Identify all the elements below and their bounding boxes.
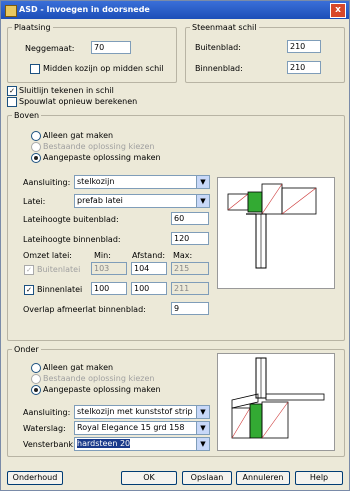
annuleren-button[interactable]: Annuleren <box>236 471 290 485</box>
buitenlatei-min[interactable]: 103 <box>91 262 127 275</box>
onderhoud-button[interactable]: Onderhoud <box>7 471 63 485</box>
onder-radio-gat-label: Alleen gat maken <box>43 363 114 372</box>
latei-value: prefab latei <box>77 196 123 205</box>
onder-radio-bestaande-label: Bestaande oplossing kiezen <box>43 374 155 383</box>
chevron-down-icon: ▼ <box>196 422 209 434</box>
binnenlatei-label: Binnenlatei <box>37 285 83 294</box>
onder-radio-aangepast[interactable] <box>31 385 41 395</box>
onder-section-drawing <box>231 357 325 439</box>
min-header: Min: <box>94 251 111 260</box>
chevron-down-icon: ▼ <box>196 406 209 418</box>
neggemaat-input[interactable]: 70 <box>91 41 131 54</box>
onder-hatch-2 <box>261 401 289 439</box>
binnenlatei-afstand[interactable]: 100 <box>131 282 167 295</box>
boven-insulation <box>247 191 263 213</box>
spouwlat-checkbox[interactable] <box>7 97 17 107</box>
spouwlat-label: Spouwlat opnieuw berekenen <box>19 97 138 106</box>
onder-radio-aangepast-label: Aangepaste oplossing maken <box>43 385 161 394</box>
omzet-latei-header: Omzet latei: <box>23 251 72 260</box>
buitenlatei-checkbox[interactable]: ✓ <box>24 265 34 275</box>
boven-radio-aangepast-label: Aangepaste oplossing maken <box>43 153 161 162</box>
boven-radio-gat-label: Alleen gat maken <box>43 131 114 140</box>
onder-aansluiting-value: stelkozijn met kunststof strip <box>77 407 193 416</box>
window-title: ASD - Invoegen in doorsnede <box>19 5 150 14</box>
buitenblad-label: Buitenblad: <box>195 43 241 52</box>
onder-insulation <box>249 403 263 439</box>
boven-radio-bestaande[interactable] <box>31 142 41 152</box>
binnenblad-input[interactable]: 210 <box>287 61 321 74</box>
buitenlatei-afstand[interactable]: 104 <box>131 262 167 275</box>
boven-hatch-1 <box>227 193 249 211</box>
boven-aansluiting-value: stelkozijn <box>77 177 115 186</box>
latei-select[interactable]: prefab latei ▼ <box>74 194 210 208</box>
vensterbank-value: hardsteen 20 <box>77 439 131 448</box>
boven-radio-bestaande-label: Bestaande oplossing kiezen <box>43 142 155 151</box>
binnenlatei-max[interactable]: 211 <box>171 282 209 295</box>
onder-radio-gat[interactable] <box>31 363 41 373</box>
buitenlatei-label: Buitenlatei <box>37 265 81 274</box>
boven-preview-drawing <box>217 177 335 289</box>
onder-preview-drawing <box>217 353 335 451</box>
lateihoogte-buitenblad-label: Lateihoogte buitenblad: <box>23 215 119 224</box>
app-icon <box>5 5 17 17</box>
waterslag-label: Waterslag: <box>23 424 66 433</box>
max-header: Max: <box>173 251 193 260</box>
midden-kozijn-checkbox[interactable] <box>30 64 40 74</box>
steenmaat-legend: Steenmaat schil <box>192 23 257 32</box>
help-button[interactable]: Help <box>295 471 343 485</box>
binnenlatei-min[interactable]: 100 <box>91 282 127 295</box>
binnenblad-label: Binnenblad: <box>195 64 243 73</box>
boven-aansluiting-label: Aansluiting: <box>23 178 71 187</box>
lateihoogte-buitenblad-input[interactable]: 60 <box>171 212 209 225</box>
boven-section-drawing <box>227 183 317 269</box>
buitenblad-input[interactable]: 210 <box>287 40 321 53</box>
onder-aansluiting-select[interactable]: stelkozijn met kunststof strip ▼ <box>74 405 210 419</box>
ok-button[interactable]: OK <box>121 471 177 485</box>
chevron-down-icon: ▼ <box>196 438 209 450</box>
onder-vensterbank <box>265 393 325 401</box>
waterslag-value: Royal Elegance 15 grd 158 <box>77 423 185 432</box>
sluitlijn-label: Sluitlijn tekenen in schil <box>19 86 114 95</box>
boven-radio-aangepast[interactable] <box>31 153 41 163</box>
midden-kozijn-label: Midden kozijn op midden schil <box>43 64 164 73</box>
afstand-header: Afstand: <box>132 251 166 260</box>
boven-hatch-3 <box>281 187 317 215</box>
onder-legend: Onder <box>14 345 39 354</box>
opslaan-button[interactable]: Opslaan <box>182 471 232 485</box>
dialog-window: ASD - Invoegen in doorsnede x Plaatsing … <box>0 0 350 491</box>
chevron-down-icon: ▼ <box>196 176 209 188</box>
boven-radio-gat[interactable] <box>31 131 41 141</box>
title-bar[interactable]: ASD - Invoegen in doorsnede x <box>1 1 349 19</box>
overlap-input[interactable]: 9 <box>171 302 209 315</box>
lateihoogte-binnenblad-label: Lateihoogte binnenblad: <box>23 235 121 244</box>
boven-aansluiting-select[interactable]: stelkozijn ▼ <box>74 175 210 189</box>
boven-hatch-2 <box>261 183 283 215</box>
close-button[interactable]: x <box>330 3 346 18</box>
vensterbank-label: Vensterbank: <box>23 440 76 449</box>
vensterbank-select[interactable]: hardsteen 20 ▼ <box>74 437 210 451</box>
plaatsing-legend: Plaatsing <box>14 23 51 32</box>
latei-label: Latei: <box>23 197 46 206</box>
chevron-down-icon: ▼ <box>196 195 209 207</box>
sluitlijn-checkbox[interactable]: ✓ <box>7 86 17 96</box>
onder-hatch-1 <box>231 407 251 439</box>
overlap-label: Overlap afmeerlat binnenblad: <box>23 305 146 314</box>
onder-aansluiting-label: Aansluiting: <box>23 408 71 417</box>
boven-legend: Boven <box>14 111 40 120</box>
onder-radio-bestaande[interactable] <box>31 374 41 384</box>
binnenlatei-checkbox[interactable]: ✓ <box>24 285 34 295</box>
lateihoogte-binnenblad-input[interactable]: 120 <box>171 232 209 245</box>
buitenlatei-max[interactable]: 215 <box>171 262 209 275</box>
waterslag-select[interactable]: Royal Elegance 15 grd 158 ▼ <box>74 421 210 435</box>
neggemaat-label: Neggemaat: <box>25 44 75 53</box>
steenmaat-group: Steenmaat schil <box>185 23 345 83</box>
